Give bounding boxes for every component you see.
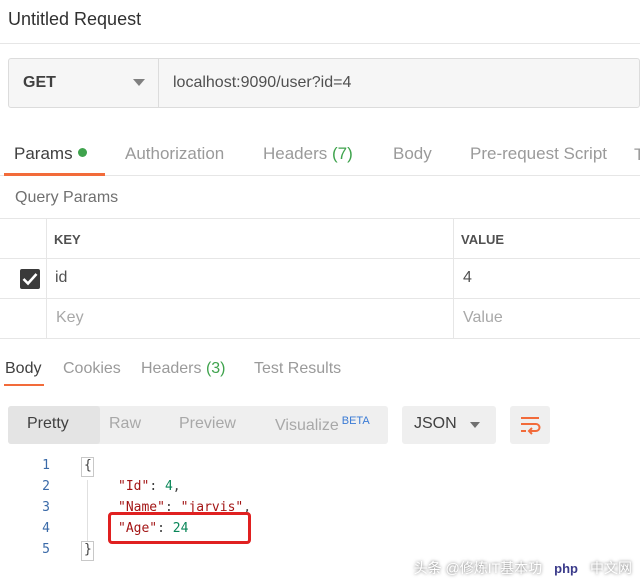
watermark: 头条 @修炼IT基本功 php 中文网 xyxy=(414,556,632,580)
chevron-down-icon xyxy=(133,79,145,86)
line-number: 5 xyxy=(42,542,50,557)
beta-badge: BETA xyxy=(341,415,370,427)
active-tab-indicator xyxy=(4,173,105,176)
tab-pre-request-script[interactable]: Pre-request Script xyxy=(470,144,607,164)
json-value: 4 xyxy=(164,479,173,494)
query-params-table: KEY VALUE id 4 Key Value xyxy=(0,218,640,339)
checkmark-icon xyxy=(22,273,38,286)
response-headers-count: (3) xyxy=(205,360,226,377)
chevron-down-icon xyxy=(470,422,480,428)
tab-params-label: Params xyxy=(14,144,73,163)
open-brace: { xyxy=(84,458,92,473)
request-title[interactable]: Untitled Request xyxy=(8,9,141,30)
param-key-field[interactable]: id xyxy=(55,269,67,287)
green-dot-icon xyxy=(77,148,87,157)
watermark-logo: php xyxy=(548,559,584,577)
table-row-empty: Key Value xyxy=(0,299,640,339)
line-number: 2 xyxy=(42,479,50,494)
new-key-input[interactable]: Key xyxy=(56,309,84,327)
json-trailing-comma: , xyxy=(172,479,181,494)
visualize-button[interactable]: Visualize BETA xyxy=(275,415,370,435)
column-divider xyxy=(453,299,454,339)
line-number: 4 xyxy=(42,521,50,536)
column-divider xyxy=(453,259,454,299)
query-params-heading: Query Params xyxy=(15,189,119,206)
column-divider xyxy=(46,219,47,259)
response-tab-headers[interactable]: Headers (3) xyxy=(141,360,226,378)
watermark-logo-suffix: 中文网 xyxy=(590,560,632,576)
json-separator: : xyxy=(149,479,165,494)
format-select[interactable]: JSON xyxy=(402,406,496,444)
watermark-text: 头条 @修炼IT基本功 xyxy=(413,560,543,576)
tab-authorization[interactable]: Authorization xyxy=(125,144,224,164)
tab-headers[interactable]: Headers (7) xyxy=(263,144,353,164)
request-title-bar: Untitled Request xyxy=(0,0,640,44)
response-view-toolbar: Pretty Raw Preview Visualize BETA xyxy=(8,406,388,444)
raw-button[interactable]: Raw xyxy=(109,415,141,433)
tab-headers-count: (7) xyxy=(332,144,353,163)
tab-tests-truncated[interactable]: T xyxy=(634,145,640,165)
wrap-lines-icon xyxy=(521,417,541,435)
method-select[interactable]: GET xyxy=(9,59,159,107)
url-input[interactable] xyxy=(159,59,639,107)
request-tabs: Params Authorization Headers (7) Body Pr… xyxy=(0,132,640,176)
json-key: "Id" xyxy=(118,479,150,494)
visualize-label: Visualize xyxy=(275,417,339,434)
pretty-button[interactable]: Pretty xyxy=(27,415,69,433)
json-entry-id: "Id": 4, xyxy=(118,479,181,494)
response-headers-label: Headers xyxy=(141,360,202,377)
response-body-editor[interactable]: 1 { 2 "Id": 4, 3 "Name": "jarvis", 4 "Ag… xyxy=(0,456,640,566)
new-value-input[interactable]: Value xyxy=(463,309,503,327)
method-label: GET xyxy=(23,74,56,91)
preview-button[interactable]: Preview xyxy=(179,415,236,433)
response-tab-test-results[interactable]: Test Results xyxy=(254,360,341,378)
line-number: 3 xyxy=(42,500,50,515)
tab-params[interactable]: Params xyxy=(14,144,87,164)
table-row: id 4 xyxy=(0,259,640,299)
response-tab-body[interactable]: Body xyxy=(5,360,41,378)
table-header-row: KEY VALUE xyxy=(0,219,640,259)
param-value-field[interactable]: 4 xyxy=(463,269,472,287)
tab-body[interactable]: Body xyxy=(393,144,432,164)
tab-headers-label: Headers xyxy=(263,144,328,163)
line-number: 1 xyxy=(42,458,50,473)
code-line: 3 "Name": "jarvis", xyxy=(0,498,640,519)
code-line: 1 { xyxy=(0,456,640,477)
value-column-header: VALUE xyxy=(461,232,505,247)
key-column-header: KEY xyxy=(54,232,81,247)
column-divider xyxy=(453,219,454,259)
column-divider xyxy=(46,259,47,299)
request-url-bar: GET xyxy=(8,58,640,108)
response-tabs: Body Cookies Headers (3) Test Results xyxy=(0,352,640,386)
close-brace: } xyxy=(84,542,92,557)
code-line: 2 "Id": 4, xyxy=(0,477,640,498)
code-line: 4 "Age": 24 xyxy=(0,519,640,540)
annotation-highlight-box xyxy=(108,512,251,544)
wrap-lines-button[interactable] xyxy=(510,406,550,444)
column-divider xyxy=(46,299,47,339)
format-select-value: JSON xyxy=(414,415,457,432)
response-tab-cookies[interactable]: Cookies xyxy=(63,360,121,378)
active-response-tab-indicator xyxy=(4,384,44,386)
param-enabled-checkbox[interactable] xyxy=(20,269,40,289)
